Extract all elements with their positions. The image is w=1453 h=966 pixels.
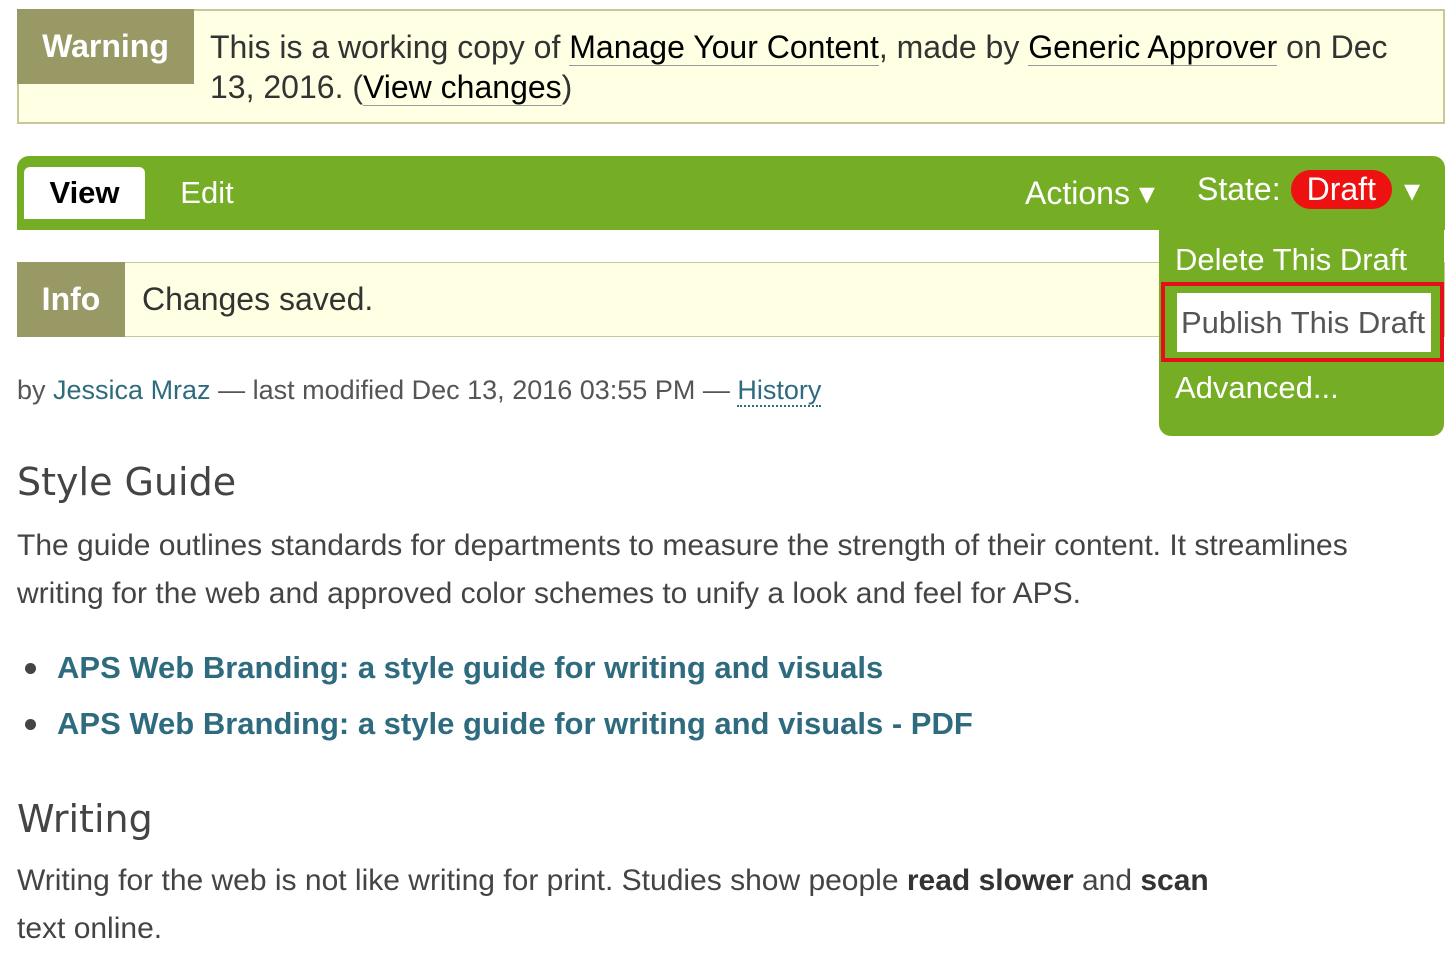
writing-text-mid: and (1073, 864, 1141, 897)
warning-text: This is a working copy of Manage Your Co… (210, 27, 1430, 107)
warning-label: Warning (17, 9, 194, 84)
list-item[interactable]: APS Web Branding: a style guide for writ… (17, 706, 973, 762)
byline-modified: — last modified Dec 13, 2016 03:55 PM — (210, 375, 738, 405)
publish-draft-menu-item[interactable]: Publish This Draft (1177, 293, 1431, 352)
byline: by Jessica Mraz — last modified Dec 13, … (17, 375, 822, 407)
warning-text-prefix: This is a working copy of (210, 29, 570, 65)
info-message: Changes saved. (142, 281, 374, 317)
list-item[interactable]: APS Web Branding: a style guide for writ… (17, 650, 973, 706)
warning-text-end: ) (561, 69, 573, 105)
style-guide-links: APS Web Branding: a style guide for writ… (17, 650, 973, 762)
actions-menu-button[interactable]: Actions ▾ (1025, 174, 1155, 212)
info-label: Info (17, 262, 125, 337)
edit-toolbar: View Edit Actions ▾ State: Draft ▾ (17, 156, 1445, 230)
state-label: State: (1197, 171, 1281, 207)
bullet-icon (25, 719, 36, 730)
state-menu-button[interactable]: State: Draft ▾ (1197, 170, 1420, 209)
advanced-menu-item[interactable]: Advanced... (1175, 370, 1339, 406)
author-link[interactable]: Jessica Mraz (53, 375, 211, 405)
state-dropdown-menu: Delete This Draft Publish This Draft Adv… (1159, 230, 1444, 436)
warning-banner: Warning This is a working copy of Manage… (17, 9, 1445, 124)
publish-draft-highlight: Publish This Draft (1161, 282, 1444, 362)
writing-bold-scan: scan (1140, 864, 1209, 897)
tab-edit[interactable]: Edit (157, 167, 257, 219)
branding-guide-pdf-link[interactable]: APS Web Branding: a style guide for writ… (57, 706, 973, 741)
delete-draft-menu-item[interactable]: Delete This Draft (1175, 242, 1407, 278)
working-copy-link[interactable]: Manage Your Content (569, 29, 879, 66)
writing-text-start: Writing for the web is not like writing … (17, 864, 907, 897)
chevron-down-icon: ▾ (1403, 171, 1421, 208)
byline-by: by (17, 375, 54, 405)
heading-style-guide: Style Guide (17, 460, 237, 504)
approver-link[interactable]: Generic Approver (1028, 29, 1278, 66)
writing-text-end: text online. (17, 912, 163, 945)
heading-writing: Writing (17, 797, 153, 841)
branding-guide-link[interactable]: APS Web Branding: a style guide for writ… (57, 650, 883, 685)
writing-bold-read-slower: read slower (906, 864, 1074, 897)
style-guide-paragraph: The guide outlines standards for departm… (17, 529, 1348, 610)
state-draft-badge: Draft (1290, 170, 1392, 209)
tab-view[interactable]: View (24, 167, 145, 219)
view-changes-link[interactable]: View changes (363, 69, 562, 106)
writing-paragraph: Writing for the web is not like writing … (17, 857, 1317, 953)
bullet-icon (25, 663, 36, 674)
warning-text-middle: , made by (878, 29, 1029, 65)
history-link[interactable]: History (737, 375, 822, 407)
